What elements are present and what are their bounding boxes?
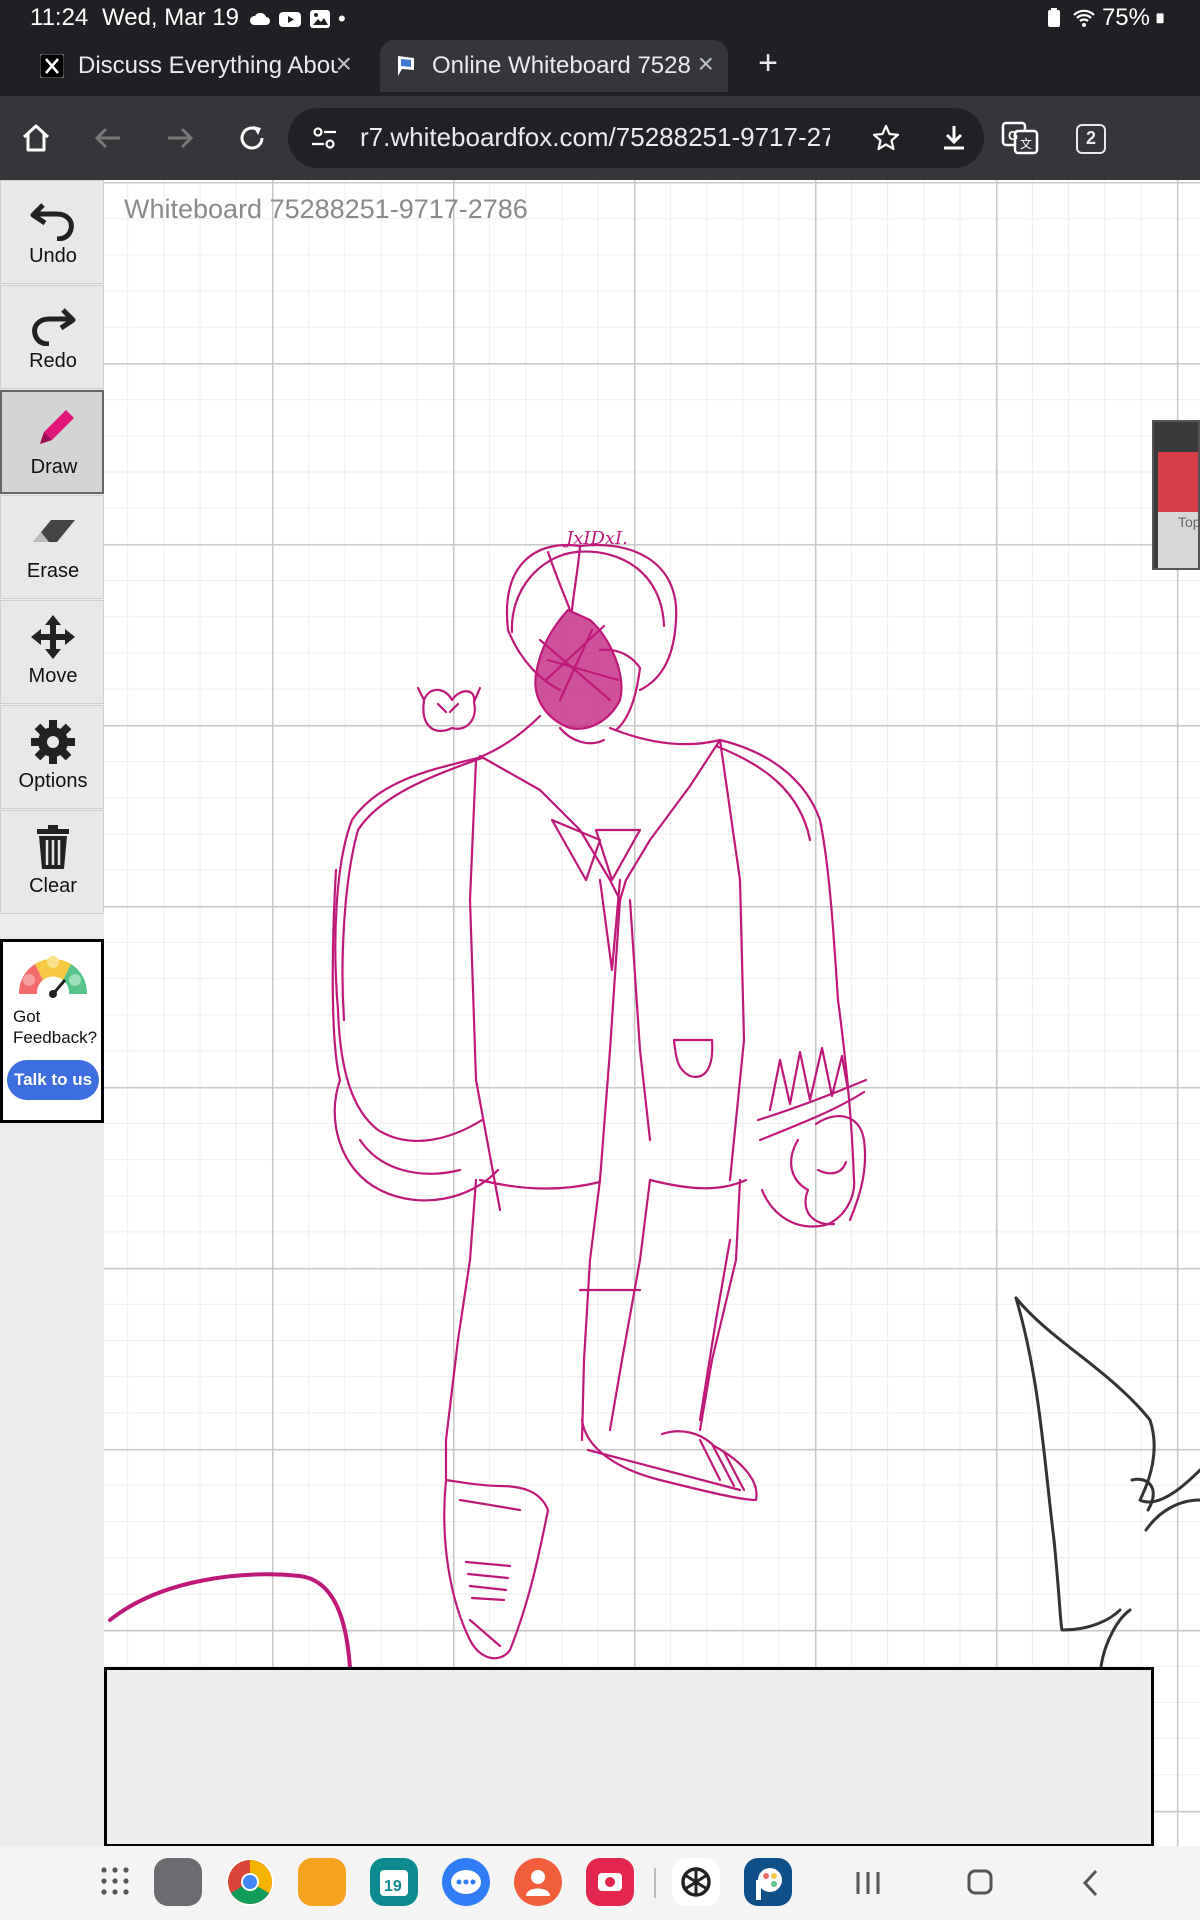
erase-button[interactable]: Erase [0, 495, 104, 599]
home-button[interactable] [10, 112, 62, 164]
tab-whiteboard[interactable]: Online Whiteboard 75288 × [380, 40, 728, 92]
messages-icon[interactable] [442, 1858, 490, 1906]
sketch-signature: JxIDxI. [562, 528, 628, 549]
side-panel-thumbnail[interactable]: Top [1152, 420, 1200, 570]
draw-button[interactable]: Draw [0, 390, 104, 494]
canvas-drawing[interactable]: JxIDxI. [0, 180, 1200, 1846]
tab-discuss[interactable]: Discuss Everything Abou × [26, 40, 366, 92]
move-button[interactable]: Move [0, 600, 104, 704]
home-icon [22, 124, 50, 152]
screen-recorder-icon[interactable] [586, 1858, 634, 1906]
files-icon[interactable] [298, 1858, 346, 1906]
browser-toolbar: r7.whiteboardfox.com/75288251-9717-27 G文… [0, 96, 1200, 180]
trash-icon [37, 825, 69, 869]
undo-button[interactable]: Undo [0, 180, 104, 284]
eraser-icon [33, 520, 75, 542]
thumbnail-text: Top [1178, 514, 1200, 530]
status-date: Wed, Mar 19 [102, 4, 239, 31]
svg-text:19: 19 [384, 1878, 402, 1895]
translate-button[interactable]: G文 [994, 112, 1046, 164]
back-button[interactable] [82, 112, 134, 164]
feedback-text: Got Feedback? [13, 1006, 97, 1048]
dock-divider [654, 1868, 656, 1898]
chrome-icon[interactable] [226, 1858, 274, 1906]
tab-strip: Discuss Everything Abou × Online Whitebo… [0, 36, 1200, 96]
whiteboard-page: Whiteboard 75288251-9717-2786 JxIDxI. Un… [0, 180, 1200, 1846]
feedback-gauge-icon [18, 956, 88, 998]
recent-apps-icon[interactable] [848, 1866, 888, 1900]
feedback-widget[interactable]: Got Feedback? Talk to us [0, 939, 104, 1123]
feedback-line-1: Got [13, 1007, 41, 1026]
download-icon[interactable] [938, 122, 970, 154]
ad-placeholder [104, 1667, 1154, 1846]
home-nav-icon[interactable] [960, 1866, 1000, 1900]
svg-text:文: 文 [1020, 136, 1032, 151]
pink-character-sketch: JxIDxI. [331, 528, 868, 1660]
reload-icon [240, 126, 264, 150]
calendar-icon[interactable]: 19 [370, 1858, 418, 1906]
site-settings-icon[interactable] [310, 124, 338, 152]
svg-text:G: G [1008, 128, 1018, 143]
ibis-paint-icon[interactable] [744, 1858, 792, 1906]
battery-saver-icon [1047, 8, 1060, 27]
clear-button[interactable]: Clear [0, 810, 104, 914]
gear-icon [31, 720, 75, 764]
gray-sketch [1014, 1296, 1200, 1682]
close-tab-icon[interactable]: × [698, 48, 714, 80]
redo-button[interactable]: Redo [0, 285, 104, 389]
youtube-icon [279, 12, 301, 27]
battery-percent: 75% [1101, 4, 1150, 31]
status-time: 11:24 [30, 4, 89, 31]
tab-label: Online Whiteboard 75288 [432, 52, 692, 79]
forward-arrow-icon [168, 127, 194, 149]
notification-icons: • [248, 6, 346, 32]
status-bar: 11:24 Wed, Mar 19 • 75% [0, 0, 1200, 36]
talk-to-us-button[interactable]: Talk to us [7, 1060, 99, 1100]
tab-switcher-button[interactable]: 2 [1076, 124, 1106, 154]
tool-label: Erase [26, 560, 80, 582]
tool-label: Move [28, 665, 78, 687]
url-text[interactable]: r7.whiteboardfox.com/75288251-9717-27 [360, 122, 830, 153]
feedback-line-2: Feedback? [13, 1028, 98, 1047]
tool-label: Redo [29, 350, 77, 372]
back-arrow-icon [94, 127, 120, 149]
new-tab-button[interactable]: + [748, 44, 788, 84]
tab-label: Discuss Everything Abou [78, 52, 338, 79]
translate-icon: G文 [1001, 121, 1039, 155]
whiteboard-flag-icon [392, 52, 420, 80]
contacts-icon[interactable] [514, 1858, 562, 1906]
thumbnail-image [1158, 452, 1198, 512]
chatgpt-icon[interactable] [672, 1858, 720, 1906]
reload-button[interactable] [226, 112, 278, 164]
tool-label: Draw [30, 456, 78, 478]
tool-label: Options [18, 770, 88, 792]
back-nav-icon[interactable] [1072, 1866, 1112, 1900]
battery-icon [1156, 13, 1164, 24]
app-folder-icon[interactable] [154, 1858, 202, 1906]
pink-arc-stroke [108, 1572, 352, 1670]
tool-label: Clear [29, 875, 77, 897]
app-drawer-icon[interactable] [100, 1866, 130, 1896]
options-button[interactable]: Options [0, 705, 104, 809]
forward-button[interactable] [154, 112, 206, 164]
x-logo-icon [38, 52, 66, 80]
close-tab-icon[interactable]: × [336, 48, 352, 80]
android-nav-bar: 19 [0, 1846, 1200, 1920]
redo-icon [32, 308, 76, 346]
status-right: 75% [1042, 4, 1170, 32]
wifi-icon [1073, 9, 1095, 27]
gallery-icon [310, 10, 330, 28]
more-notifications-dot: • [338, 6, 346, 31]
tool-label: Undo [29, 245, 77, 267]
address-bar[interactable]: r7.whiteboardfox.com/75288251-9717-27 [288, 108, 984, 168]
cloud-icon [249, 12, 270, 25]
bookmark-star-icon[interactable] [870, 122, 902, 154]
move-arrows-icon [31, 615, 75, 659]
undo-icon [30, 203, 74, 241]
pencil-icon [40, 410, 74, 444]
